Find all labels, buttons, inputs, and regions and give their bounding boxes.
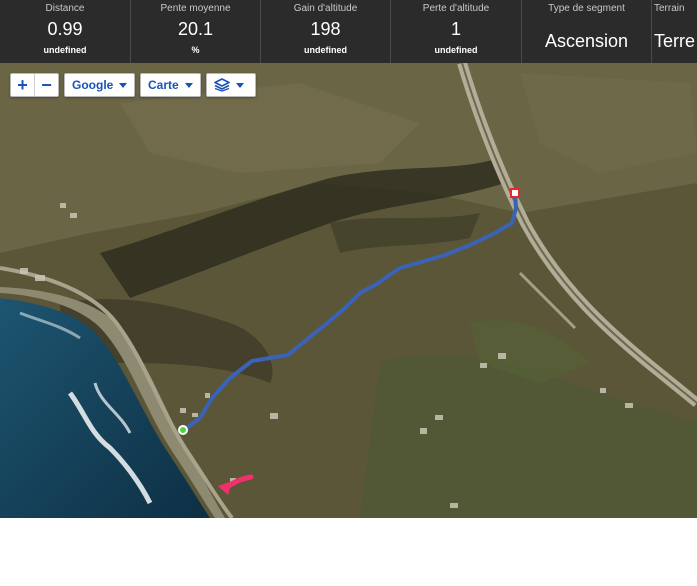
stat-label: Perte d'altitude [422,3,490,14]
stat-value: 1 [450,19,461,39]
stat-distance: Distance 0.99 undefined [0,0,131,63]
stat-unit: undefined [43,45,87,55]
stat-label: Terrain [654,3,685,14]
map-type-label: Carte [148,78,179,92]
stat-label: Distance [45,3,85,14]
stat-label: Pente moyenne [160,3,231,14]
stat-value: Ascension [544,31,629,51]
stat-label: Gain d'altitude [293,3,358,14]
map-provider-dropdown[interactable]: Google [64,73,135,97]
satellite-imagery [0,63,697,518]
zoom-out-button[interactable]: − [34,74,58,96]
stat-value: 0.99 [47,19,83,39]
chevron-down-icon [236,82,244,88]
chevron-down-icon [119,82,128,88]
stat-value: 198 [310,19,341,39]
stat-value: Terre [654,31,696,51]
layers-icon [214,78,230,92]
layers-dropdown[interactable] [206,73,256,97]
stat-value: 20.1 [177,19,214,39]
stat-label: Type de segment [548,3,625,14]
route-start-marker[interactable] [178,425,188,435]
stat-unit: % [191,45,200,55]
satellite-map[interactable]: + − Google Carte [0,63,697,518]
stat-unit: undefined [434,45,478,55]
stat-unit: undefined [304,45,347,55]
segment-stats-bar: Distance 0.99 undefined Pente moyenne 20… [0,0,697,63]
stat-segment-type: Type de segment Ascension [522,0,652,63]
stat-elevation-loss: Perte d'altitude 1 undefined [391,0,522,63]
zoom-in-button[interactable]: + [11,74,34,96]
chevron-down-icon [184,82,193,88]
stat-terrain: Terrain Terre [652,0,697,63]
map-type-dropdown[interactable]: Carte [140,73,201,97]
stat-elevation-gain: Gain d'altitude 198 undefined [261,0,391,63]
map-provider-label: Google [72,78,114,92]
stat-average-slope: Pente moyenne 20.1 % [131,0,261,63]
route-end-marker[interactable] [510,188,520,198]
zoom-control: + − [10,73,59,97]
